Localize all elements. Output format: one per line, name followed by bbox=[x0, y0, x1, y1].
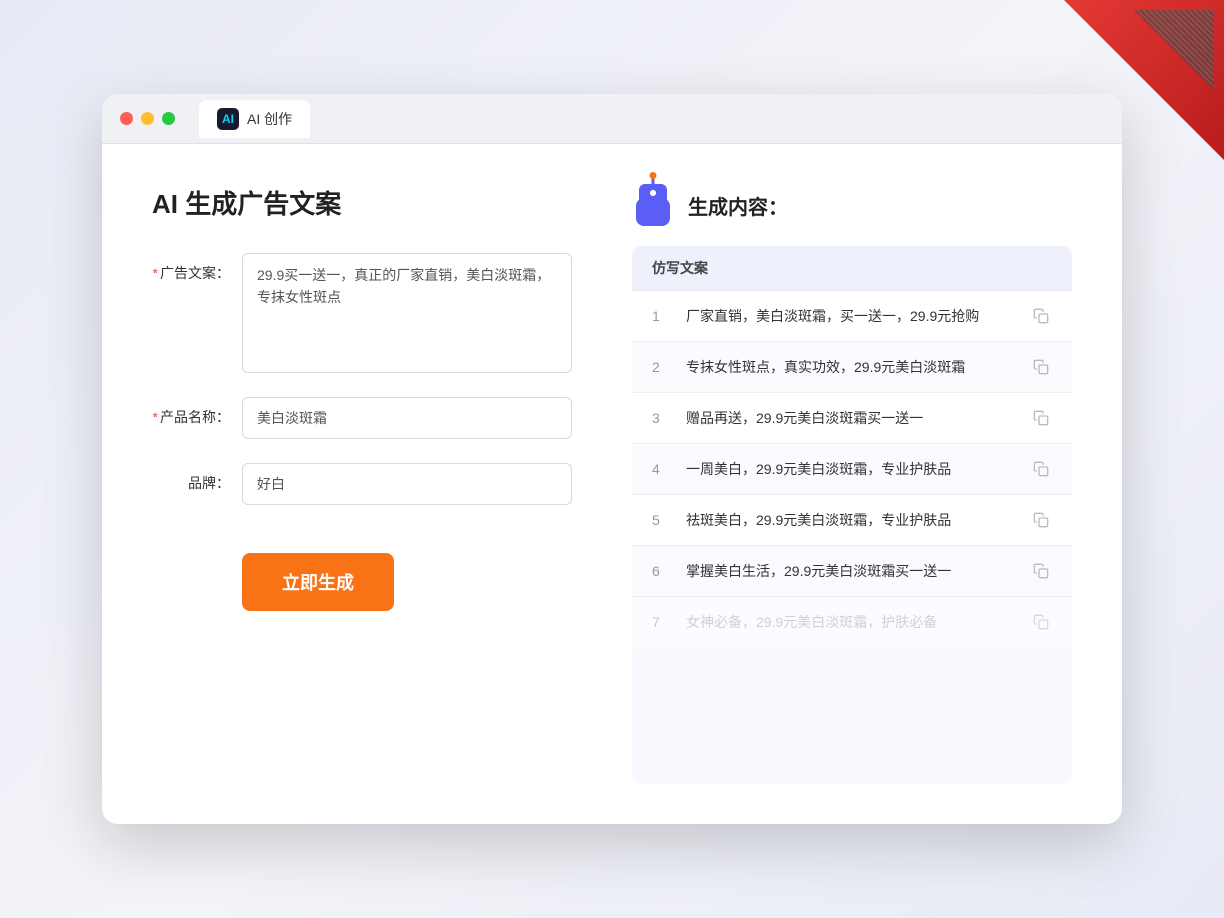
copy-icon[interactable] bbox=[1030, 356, 1052, 378]
result-header: 生成内容： bbox=[632, 184, 1072, 226]
copy-icon[interactable] bbox=[1030, 305, 1052, 327]
label-brand: 品牌： bbox=[152, 463, 242, 493]
minimize-button[interactable] bbox=[141, 112, 154, 125]
row-number: 6 bbox=[652, 563, 672, 579]
result-table: 仿写文案 1 厂家直销，美白淡斑霜，买一送一，29.9元抢购 2 专抹女性斑点，… bbox=[632, 246, 1072, 784]
robot-antenna bbox=[652, 176, 655, 184]
main-content: AI 生成广告文案 *广告文案： 29.9买一送一，真正的厂家直销，美白淡斑霜，… bbox=[102, 144, 1122, 824]
input-product-name[interactable] bbox=[242, 397, 572, 439]
row-number: 7 bbox=[652, 614, 672, 630]
form-group-product-name: *产品名称： bbox=[152, 397, 572, 439]
tab-ai-creation[interactable]: AI AI 创作 bbox=[199, 100, 310, 138]
copy-icon[interactable] bbox=[1030, 458, 1052, 480]
form-group-ad-copy: *广告文案： 29.9买一送一，真正的厂家直销，美白淡斑霜，专抹女性斑点 bbox=[152, 253, 572, 373]
row-number: 3 bbox=[652, 410, 672, 426]
maximize-button[interactable] bbox=[162, 112, 175, 125]
robot-body bbox=[636, 198, 670, 226]
table-row: 6 掌握美白生活，29.9元美白淡斑霜买一送一 bbox=[632, 546, 1072, 597]
copy-icon[interactable] bbox=[1030, 407, 1052, 429]
label-product-name: *产品名称： bbox=[152, 397, 242, 427]
robot-icon bbox=[632, 184, 674, 226]
row-text: 赠品再送，29.9元美白淡斑霜买一送一 bbox=[686, 408, 1016, 429]
table-row: 7 女神必备，29.9元美白淡斑霜，护肤必备 bbox=[632, 597, 1072, 647]
table-row: 1 厂家直销，美白淡斑霜，买一送一，29.9元抢购 bbox=[632, 291, 1072, 342]
input-ad-copy[interactable]: 29.9买一送一，真正的厂家直销，美白淡斑霜，专抹女性斑点 bbox=[242, 253, 572, 373]
row-text: 专抹女性斑点，真实功效，29.9元美白淡斑霜 bbox=[686, 357, 1016, 378]
right-panel: 生成内容： 仿写文案 1 厂家直销，美白淡斑霜，买一送一，29.9元抢购 2 专… bbox=[632, 184, 1072, 784]
result-title: 生成内容： bbox=[688, 191, 788, 220]
tab-icon: AI bbox=[217, 108, 239, 130]
row-text: 厂家直销，美白淡斑霜，买一送一，29.9元抢购 bbox=[686, 306, 1016, 327]
row-number: 2 bbox=[652, 359, 672, 375]
row-text: 祛斑美白，29.9元美白淡斑霜，专业护肤品 bbox=[686, 510, 1016, 531]
table-header: 仿写文案 bbox=[632, 246, 1072, 291]
copy-icon[interactable] bbox=[1030, 611, 1052, 633]
table-row: 3 赠品再送，29.9元美白淡斑霜买一送一 bbox=[632, 393, 1072, 444]
row-text: 一周美白，29.9元美白淡斑霜，专业护肤品 bbox=[686, 459, 1016, 480]
browser-window: AI AI 创作 AI 生成广告文案 *广告文案： 29.9买一送一，真正的厂家… bbox=[102, 94, 1122, 824]
traffic-lights bbox=[120, 112, 175, 125]
required-star: * bbox=[153, 265, 158, 281]
tab-label: AI 创作 bbox=[247, 109, 292, 129]
row-text: 女神必备，29.9元美白淡斑霜，护肤必备 bbox=[686, 612, 1016, 633]
row-text: 掌握美白生活，29.9元美白淡斑霜买一送一 bbox=[686, 561, 1016, 582]
row-number: 4 bbox=[652, 461, 672, 477]
left-panel: AI 生成广告文案 *广告文案： 29.9买一送一，真正的厂家直销，美白淡斑霜，… bbox=[152, 184, 572, 784]
page-title: AI 生成广告文案 bbox=[152, 184, 572, 221]
table-row: 5 祛斑美白，29.9元美白淡斑霜，专业护肤品 bbox=[632, 495, 1072, 546]
close-button[interactable] bbox=[120, 112, 133, 125]
generate-button[interactable]: 立即生成 bbox=[242, 553, 394, 611]
input-brand[interactable] bbox=[242, 463, 572, 505]
row-number: 5 bbox=[652, 512, 672, 528]
copy-icon[interactable] bbox=[1030, 509, 1052, 531]
copy-icon[interactable] bbox=[1030, 560, 1052, 582]
table-row: 2 专抹女性斑点，真实功效，29.9元美白淡斑霜 bbox=[632, 342, 1072, 393]
form-group-brand: 品牌： bbox=[152, 463, 572, 505]
table-row: 4 一周美白，29.9元美白淡斑霜，专业护肤品 bbox=[632, 444, 1072, 495]
required-star-2: * bbox=[153, 409, 158, 425]
robot-eye-right bbox=[650, 190, 656, 196]
title-bar: AI AI 创作 bbox=[102, 94, 1122, 144]
label-ad-copy: *广告文案： bbox=[152, 253, 242, 283]
row-number: 1 bbox=[652, 308, 672, 324]
